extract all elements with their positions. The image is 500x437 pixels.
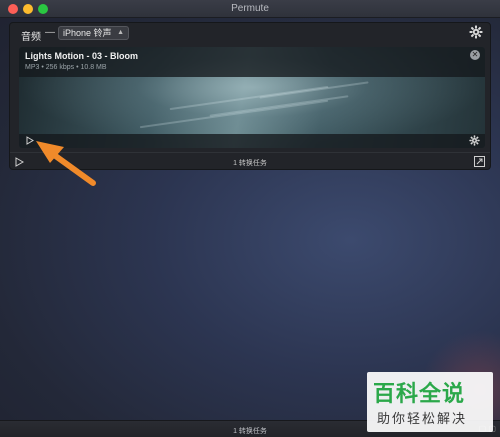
watermark-title: 百科全说	[373, 381, 466, 406]
preset-separator: —	[45, 27, 55, 38]
preset-dropdown-value: iPhone 铃声	[63, 28, 112, 38]
panel-footer: 1 转换任务	[10, 152, 490, 170]
play-icon[interactable]	[26, 136, 34, 145]
preset-dropdown[interactable]: iPhone 铃声 ▲	[58, 26, 129, 40]
gear-icon[interactable]	[469, 25, 483, 39]
artwork-streak	[139, 99, 329, 129]
conversion-panel: 音频 — iPhone 铃声 ▲ Lights Motion - 03 - Bl…	[9, 22, 491, 170]
watermark-logo: 百科全说 助你轻松解决	[367, 372, 493, 432]
media-controls-bar	[19, 134, 485, 148]
expand-icon[interactable]	[474, 156, 485, 167]
title-bar: Permute	[0, 0, 500, 18]
app-window: Permute 音频 — iPhone 铃声 ▲ Lights Motion -…	[0, 0, 500, 437]
watermark-subtitle: 助你轻松解决	[377, 411, 468, 426]
item-gear-icon[interactable]	[469, 135, 480, 146]
media-info-overlay: Lights Motion - 03 - Bloom MP3 • 256 kbp…	[19, 47, 485, 77]
media-item-card[interactable]: Lights Motion - 03 - Bloom MP3 • 256 kbp…	[19, 47, 485, 148]
artwork-streak	[259, 81, 369, 99]
remove-item-close-icon[interactable]: ✕	[470, 50, 480, 60]
track-title: Lights Motion - 03 - Bloom	[25, 51, 138, 61]
updown-chevron-icon: ▲	[117, 29, 124, 36]
queue-count: 1 转换任务	[233, 160, 267, 167]
track-metadata: MP3 • 256 kbps • 10.8 MB	[25, 64, 107, 71]
preset-category-label: 音频	[21, 32, 41, 43]
window-title: Permute	[231, 3, 269, 14]
